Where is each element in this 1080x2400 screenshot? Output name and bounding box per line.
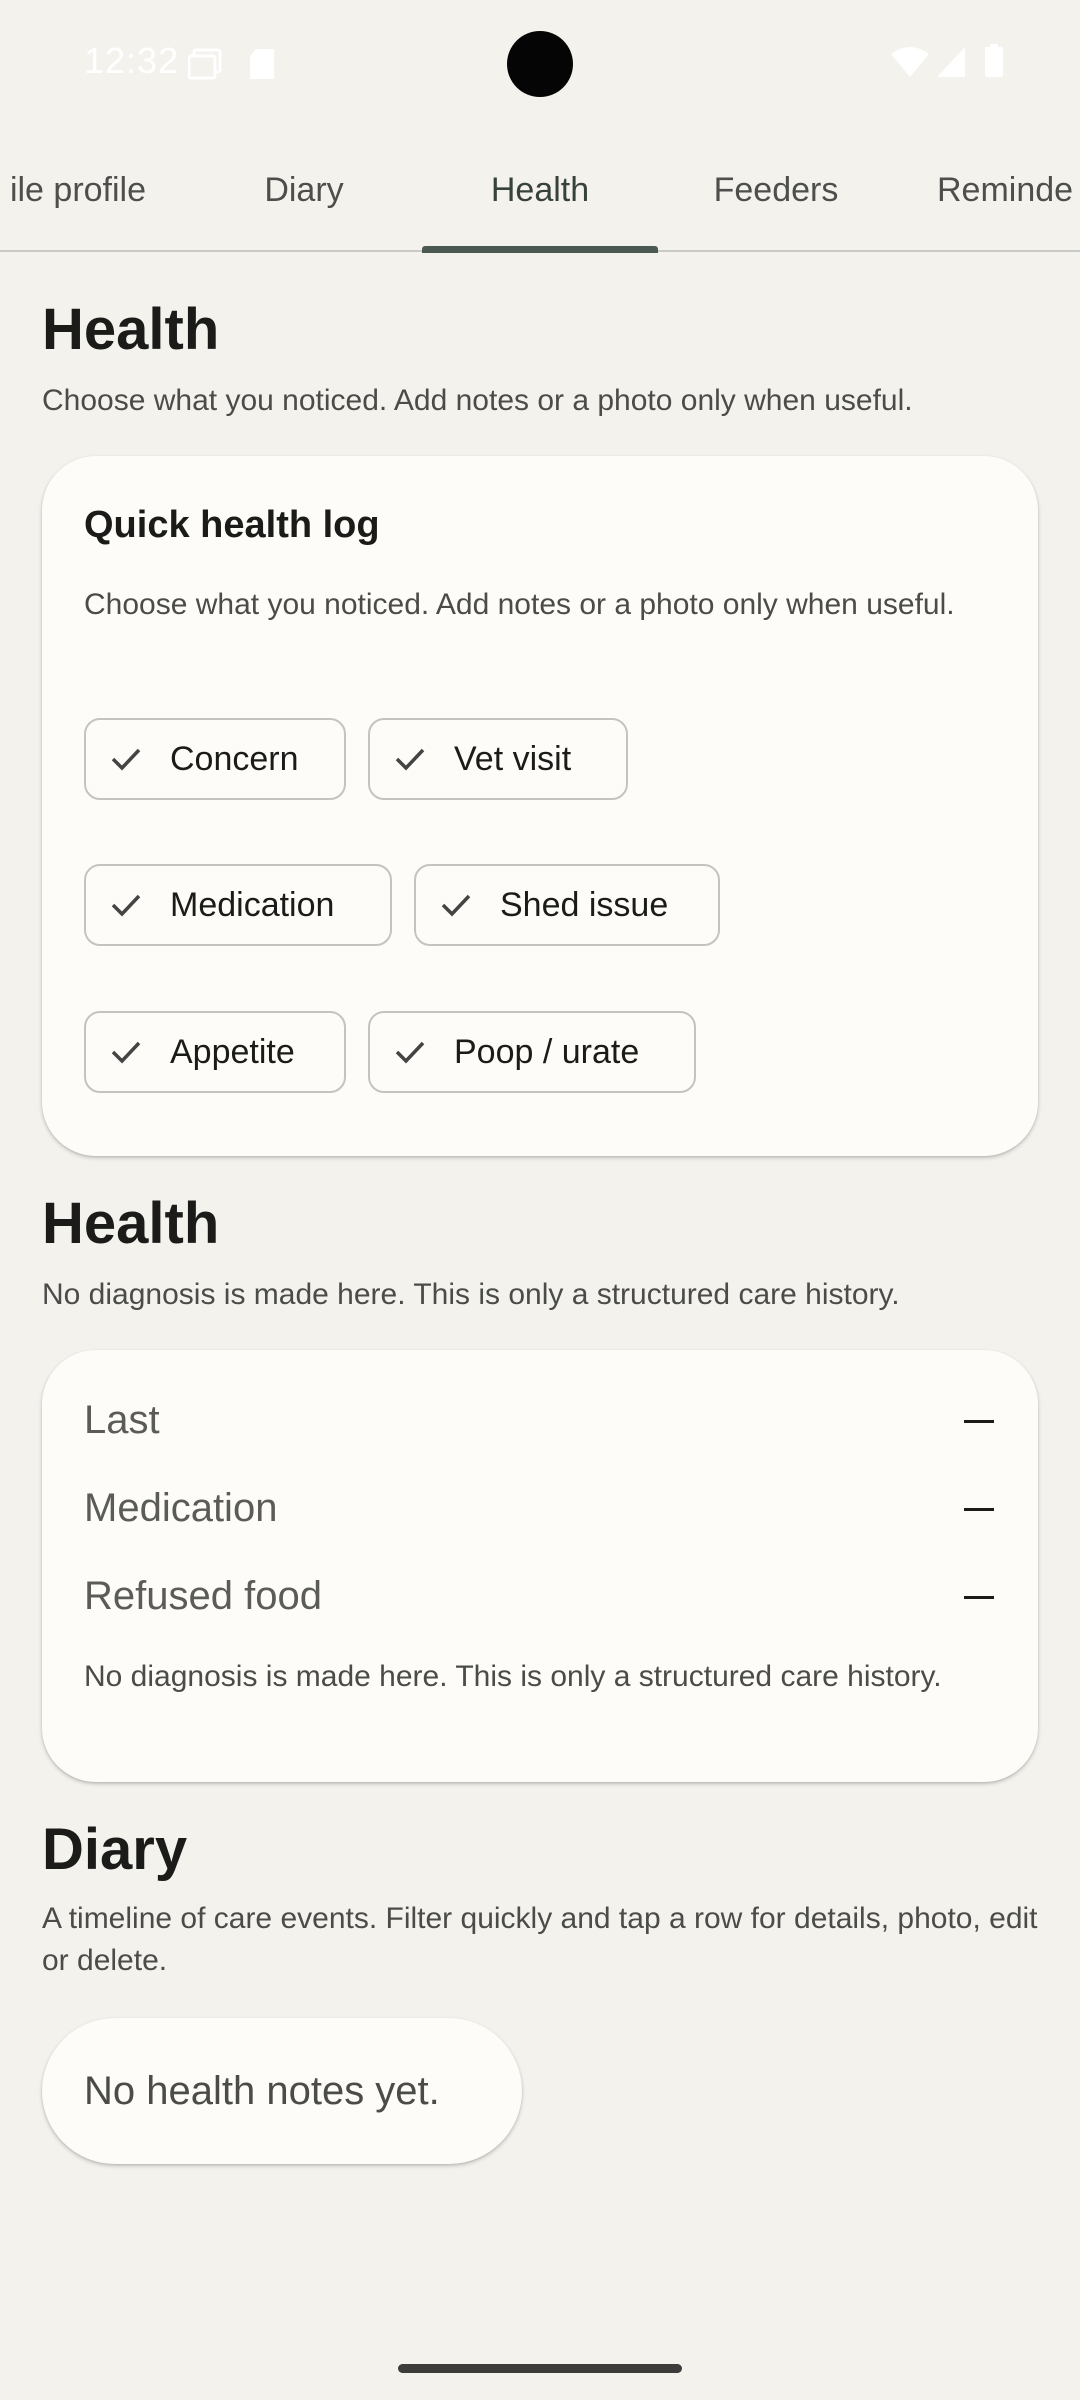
home-indicator[interactable] xyxy=(398,2364,682,2373)
battery-icon xyxy=(984,44,1004,83)
tab-bar: ile profile Diary Health Feeders Reminde xyxy=(0,128,1080,253)
summary-footnote: No diagnosis is made here. This is only … xyxy=(84,1660,942,1693)
front-camera xyxy=(507,31,573,97)
active-tab-indicator xyxy=(422,246,658,253)
quick-log-subtitle: Choose what you noticed. Add notes or a … xyxy=(84,588,955,621)
quick-health-log-card: Quick health log Choose what you noticed… xyxy=(42,456,1038,1156)
summary-section-title: Health xyxy=(42,1191,220,1256)
check-icon xyxy=(108,1034,144,1070)
status-bar: 12:32 xyxy=(0,0,1080,128)
signal-icon xyxy=(936,46,966,83)
tab-health[interactable]: Health xyxy=(422,128,658,252)
summary-row-last-value xyxy=(964,1420,994,1423)
diary-section-subtitle: A timeline of care events. Filter quickl… xyxy=(42,1902,1038,1977)
chip-poop-urate[interactable]: Poop / urate xyxy=(368,1011,696,1093)
tab-feeders[interactable]: Feeders xyxy=(658,128,894,252)
quick-log-title: Quick health log xyxy=(84,504,380,546)
check-icon xyxy=(392,1034,428,1070)
chip-concern[interactable]: Concern xyxy=(84,718,346,800)
status-time: 12:32 xyxy=(84,40,180,81)
health-section-subtitle: Choose what you noticed. Add notes or a … xyxy=(42,384,913,417)
tab-profile[interactable]: ile profile xyxy=(0,128,196,252)
tab-diary[interactable]: Diary xyxy=(186,128,422,252)
screen-record-icon xyxy=(187,48,222,85)
wifi-icon xyxy=(890,46,930,83)
chip-shed-issue[interactable]: Shed issue xyxy=(414,864,720,946)
empty-health-notes: No health notes yet. xyxy=(42,2018,522,2164)
diary-section-title: Diary xyxy=(42,1817,188,1882)
summary-row-refused-food-value xyxy=(964,1596,994,1599)
summary-row-medication-label: Medication xyxy=(84,1486,278,1530)
check-icon xyxy=(108,887,144,923)
tab-reminders[interactable]: Reminde xyxy=(892,128,1080,252)
health-section-title: Health xyxy=(42,297,220,362)
sd-card-icon xyxy=(248,48,276,85)
check-icon xyxy=(108,741,144,777)
summary-row-medication-value xyxy=(964,1508,994,1511)
check-icon xyxy=(392,741,428,777)
chip-medication[interactable]: Medication xyxy=(84,864,392,946)
check-icon xyxy=(438,887,474,923)
health-screen: 12:32 ile profile Diary Health Feeders R… xyxy=(0,0,1080,2400)
chip-appetite[interactable]: Appetite xyxy=(84,1011,346,1093)
chip-vet-visit[interactable]: Vet visit xyxy=(368,718,628,800)
summary-row-last-label: Last xyxy=(84,1398,160,1442)
summary-section-subtitle: No diagnosis is made here. This is only … xyxy=(42,1278,900,1311)
summary-row-refused-food-label: Refused food xyxy=(84,1574,322,1618)
health-summary-card: Last Medication Refused food No diagnosi… xyxy=(42,1350,1038,1782)
